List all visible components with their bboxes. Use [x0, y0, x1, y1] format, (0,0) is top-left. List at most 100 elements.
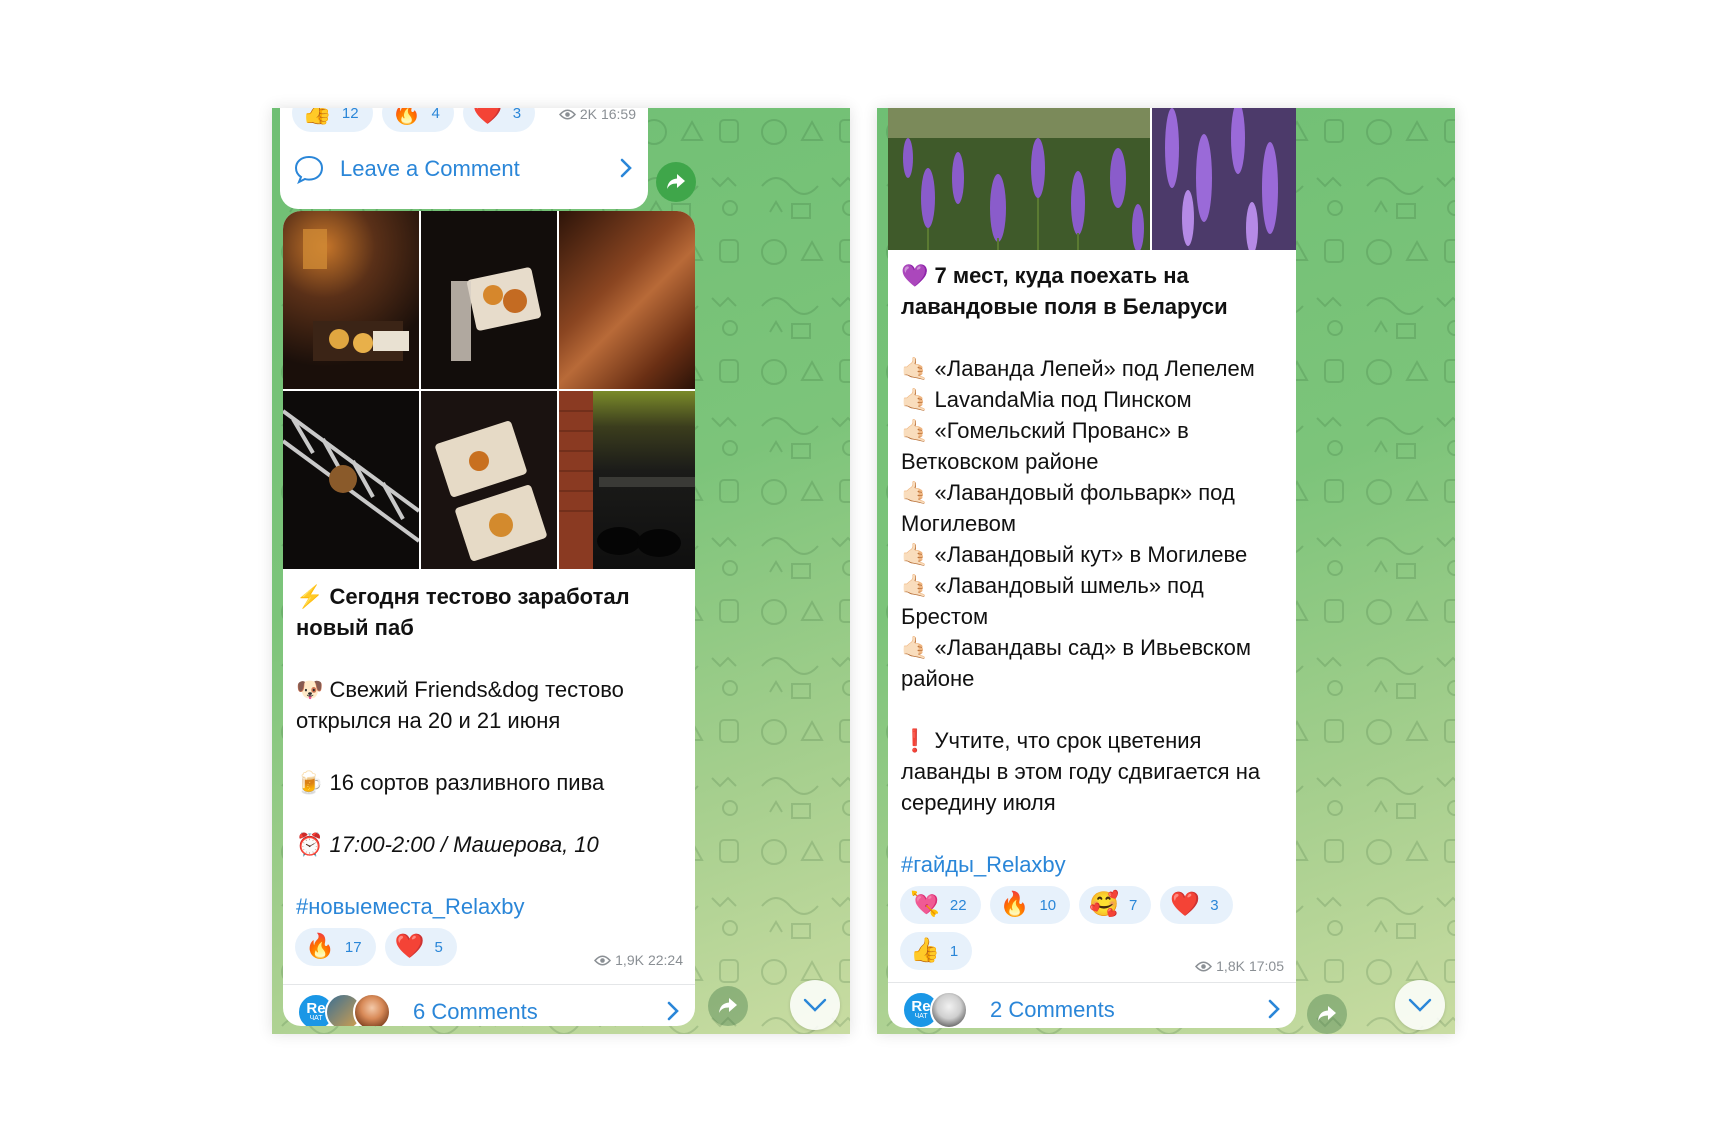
- list-item: 🤙🏻 «Лавандовый фольварк» под Могилевом: [901, 477, 1283, 539]
- list-item: 🤙🏻 «Лавандовый кут» в Могилеве: [901, 539, 1283, 570]
- dog-icon: 🐶: [296, 677, 324, 702]
- avatar: [353, 993, 391, 1026]
- post-text: 💜 7 мест, куда поехать на лавандовые пол…: [888, 250, 1296, 880]
- share-button[interactable]: [656, 162, 696, 202]
- reaction-count: 3: [512, 108, 522, 122]
- list-item-text: LavandaMia под Пинском: [934, 387, 1192, 412]
- post-title-text: Сегодня тестово заработал новый паб: [296, 584, 630, 640]
- post-time: 22:24: [647, 952, 683, 968]
- post-bubble-pub: ⚡️ Сегодня тестово заработал новый паб 🐶…: [283, 211, 695, 1026]
- heart-icon: ❤️: [472, 108, 503, 126]
- call-me-hand-icon: 🤙🏻: [901, 573, 929, 598]
- heart-icon: ❤️: [394, 933, 425, 960]
- post-bubble-lavender: 💜 7 мест, куда поехать на лавандовые пол…: [888, 108, 1296, 1028]
- chat-screen-left: 👍 12 🔥 4 ❤️ 3 2K 16:59 Leave a Comment ⚡…: [272, 108, 850, 1034]
- reaction-bar: 🔥 17 ❤️ 5 1,9K 22:24: [283, 922, 695, 972]
- post-meta: 2K 16:59: [558, 108, 636, 122]
- photo-food-table[interactable]: [421, 391, 557, 569]
- alarm-clock-icon: ⏰: [296, 832, 324, 857]
- thumbs-up-icon: 👍: [302, 108, 332, 126]
- reaction-count: 1: [949, 942, 959, 960]
- reaction-count: 5: [434, 938, 443, 956]
- list-item: 🤙🏻 «Лавандавы сад» в Ивьевском районе: [901, 632, 1283, 694]
- call-me-hand-icon: 🤙🏻: [901, 387, 929, 412]
- photo-leather-sofa[interactable]: [559, 211, 695, 389]
- call-me-hand-icon: 🤙🏻: [901, 356, 929, 381]
- avatar-badge-subtext: ЧАТ: [914, 1012, 928, 1020]
- chevron-right-icon: [620, 158, 632, 178]
- comments-button[interactable]: Re ЧАТ 6 Comments: [283, 984, 695, 1026]
- avatar-badge-subtext: ЧАТ: [309, 1014, 323, 1022]
- reaction-count: 10: [1039, 896, 1057, 914]
- chevron-down-icon: [803, 998, 827, 1012]
- post-title: 💜 7 мест, куда поехать на лавандовые пол…: [901, 260, 1283, 322]
- post-line-text: Свежий Friends&dog тестово открылся на 2…: [296, 677, 624, 733]
- post-note-text: Учтите, что срок цветения лаванды в этом…: [901, 728, 1261, 815]
- reaction-pill[interactable]: 🔥 17: [295, 928, 376, 966]
- photo-pub-interior[interactable]: [283, 211, 419, 389]
- post-time: 16:59: [600, 108, 636, 122]
- reaction-count: 17: [344, 938, 362, 956]
- chevron-right-icon: [667, 1001, 679, 1021]
- comments-count: 2 Comments: [990, 997, 1115, 1022]
- reaction-pill[interactable]: 🥰 7: [1079, 886, 1152, 924]
- reaction-count: 12: [341, 108, 359, 122]
- share-button[interactable]: [1307, 994, 1347, 1034]
- reaction-count: 22: [949, 896, 967, 914]
- post-title-text: 7 мест, куда поехать на лавандовые поля …: [901, 263, 1228, 319]
- reaction-bar: 💘 22 🔥 10 🥰 7 ❤️ 3 👍 1 1,8K 17:05: [888, 880, 1296, 974]
- list-item-text: «Гомельский Прованс» в Ветковском районе: [901, 418, 1189, 474]
- reaction-count: 7: [1129, 896, 1138, 914]
- reaction-count: 3: [1210, 896, 1219, 914]
- comment-label: Leave a Comment: [340, 156, 520, 181]
- list-item-text: «Лаванда Лепей» под Лепелем: [934, 356, 1255, 381]
- list-item-text: «Лавандовый кут» в Могилеве: [934, 542, 1248, 567]
- call-me-hand-icon: 🤙🏻: [901, 542, 929, 567]
- photo-metal-truss[interactable]: [283, 391, 419, 569]
- post-text: ⚡️ Сегодня тестово заработал новый паб 🐶…: [283, 569, 695, 922]
- eye-icon: [558, 109, 576, 119]
- reaction-pill[interactable]: 👍 1: [900, 932, 973, 970]
- photo-food-tray[interactable]: [421, 211, 557, 389]
- photo-lavender-closeup[interactable]: [1152, 108, 1296, 250]
- list-item-text: «Лавандавы сад» в Ивьевском районе: [901, 635, 1252, 691]
- list-item: 🤙🏻 LavandaMia под Пинском: [901, 384, 1283, 415]
- scroll-down-button[interactable]: [1395, 980, 1445, 1030]
- lightning-icon: ⚡️: [296, 584, 324, 609]
- heart-icon: ❤️: [1170, 891, 1201, 918]
- avatar: [930, 991, 968, 1028]
- scroll-down-button[interactable]: [790, 980, 840, 1030]
- fire-icon: 🔥: [305, 933, 335, 960]
- post-line: ⏰ 17:00-2:00 / Машерова, 10: [296, 829, 682, 860]
- reaction-pill[interactable]: ❤️ 3: [1160, 886, 1233, 924]
- hashtag-link[interactable]: #гайды_Relaxby: [901, 849, 1283, 880]
- reaction-pill[interactable]: 🔥 10: [989, 886, 1071, 924]
- reaction-pill[interactable]: ❤️ 3: [462, 108, 536, 132]
- photo-lavender-field[interactable]: [888, 108, 1150, 250]
- leave-comment-button[interactable]: Leave a Comment: [280, 142, 648, 196]
- post-time: 17:05: [1248, 958, 1284, 974]
- photo-row[interactable]: [888, 108, 1296, 250]
- share-arrow-icon: [1318, 1006, 1336, 1021]
- share-button[interactable]: [708, 986, 748, 1026]
- previous-post-bubble: 👍 12 🔥 4 ❤️ 3 2K 16:59 Leave a Comment: [280, 108, 648, 209]
- reaction-pill[interactable]: 💘 22: [900, 886, 981, 924]
- reaction-pill[interactable]: 👍 12: [292, 108, 373, 132]
- view-count: 1,8K: [1216, 958, 1245, 974]
- post-note: ❗️ Учтите, что срок цветения лаванды в э…: [901, 725, 1283, 818]
- share-arrow-icon: [719, 998, 737, 1013]
- post-line-text: 17:00-2:00 / Машерова, 10: [329, 832, 599, 857]
- speech-bubble-icon: [294, 155, 324, 184]
- post-line-text: 16 сортов разливного пива: [329, 770, 605, 795]
- post-line: 🐶 Свежий Friends&dog тестово открылся на…: [296, 674, 682, 736]
- commenter-avatars: Re ЧАТ: [902, 991, 968, 1028]
- hashtag-link[interactable]: #новыеместа_Relaxby: [296, 891, 682, 922]
- list-item: 🤙🏻 «Лаванда Лепей» под Лепелем: [901, 353, 1283, 384]
- photo-bar-counter[interactable]: [559, 391, 695, 569]
- reaction-pill[interactable]: ❤️ 5: [384, 928, 457, 966]
- reaction-pill[interactable]: 🔥 4: [381, 108, 454, 132]
- chat-screen-right: 💜 7 мест, куда поехать на лавандовые пол…: [877, 108, 1455, 1034]
- photo-grid[interactable]: [283, 211, 695, 569]
- comments-button[interactable]: Re ЧАТ 2 Comments: [888, 982, 1296, 1028]
- smiling-hearts-icon: 🥰: [1089, 891, 1120, 918]
